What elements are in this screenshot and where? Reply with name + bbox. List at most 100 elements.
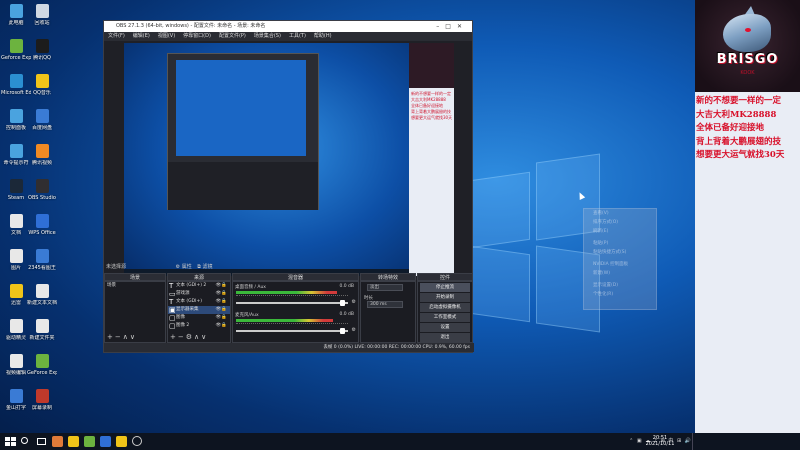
clock-date: 2021/10/11 [645,441,675,447]
logo-brand-text: BRISGO [716,52,779,67]
app-icon [35,144,49,158]
obs-window[interactable]: OBS 27.1.3 (64-bit, windows) - 配置文件: 未命名… [103,20,474,353]
audio-level-bar [236,291,338,294]
transition-select[interactable]: 淡出 [367,284,403,291]
obs-titlebar[interactable]: OBS 27.1.3 (64-bit, windows) - 配置文件: 未命名… [104,21,472,32]
volume-slider[interactable] [236,330,348,332]
visibility-lock-icon[interactable]: 👁🔒 [216,322,227,330]
desktop-icon[interactable]: 新建文件夹 [27,319,57,351]
volume-knob[interactable] [339,328,345,334]
desktop-icon-label: QQ音乐 [33,90,51,96]
desktop-icon[interactable]: QQ音乐 [27,74,57,106]
context-menu-item[interactable]: 新建(W) [584,269,656,278]
app-icon [35,39,49,53]
desktop-icon-label: 腾讯视频 [31,160,52,166]
context-menu-item[interactable]: 个性化(R) [584,290,656,299]
menu-item[interactable]: 场景集合(S) [254,33,281,39]
taskbar-app2-icon[interactable] [68,436,79,447]
audio-db: 0.0 dB [339,312,354,317]
context-menu-item[interactable]: 显示设置(D) [584,281,656,290]
windows-logo-wallpaper [470,150,600,333]
overlay-line: 想要更大运气就找30天 [696,150,785,160]
context-menu-item[interactable]: 粘贴(P) [584,239,656,248]
controls-dock: 停止推流 开始录制 启动虚拟摄像机 工作室模式 设置 退出 [417,281,473,343]
taskbar-obs-icon[interactable] [132,436,143,447]
desktop-icon[interactable]: 新建文本文档 [27,284,57,316]
app-icon [35,109,49,123]
desktop-icon[interactable]: GeForce Experience [27,354,57,386]
source-name: 文本 (GDI+) 2 [176,283,207,288]
mixer-gear-icon[interactable]: ⚙ [352,327,356,333]
source-type-icon: T [169,282,174,290]
control-button[interactable]: 退出 [420,333,470,342]
menu-item[interactable]: 帮助(H) [314,33,332,39]
app-icon [35,214,49,228]
menu-item[interactable]: 文件(F) [108,33,125,39]
properties-button[interactable]: ⚙ 属性 [176,264,192,270]
stream-logo: BRISGO KOOK [695,0,800,92]
sources-header: 来源 [167,273,231,281]
taskbar-search-icon[interactable] [20,436,31,447]
taskbar-app5-icon[interactable] [116,436,127,447]
source-item[interactable]: ▢ 图像 2 👁🔒 [168,322,230,330]
control-button[interactable]: 开始录制 [420,293,470,302]
desktop-icon[interactable]: 腾讯QQ [27,39,57,71]
volume-slider[interactable] [236,302,348,304]
context-menu-item[interactable]: 查看(V) [584,209,656,218]
control-button[interactable]: 设置 [420,323,470,332]
audio-ticks [236,295,348,299]
control-button[interactable]: 停止推流 [420,283,470,292]
duration-input[interactable]: 300 ms [367,301,403,308]
visibility-lock-icon[interactable]: 👁🔒 [216,282,227,290]
menu-item[interactable]: 视图(V) [158,33,175,39]
taskbar-app4-icon[interactable] [100,436,111,447]
transition-type-row[interactable]: 淡出 [361,282,415,293]
source-item[interactable]: T 文本 (GDI+) 👁🔒 [168,298,230,306]
sources-toolbar[interactable]: +−⚙∧∨ [170,333,208,341]
context-menu-item[interactable]: 粘贴快捷方式(S) [584,248,656,257]
logo-tagline: KOOK [740,70,755,76]
taskbar-app1-icon[interactable] [52,436,63,447]
menu-item[interactable]: 配置文件(P) [219,33,246,39]
source-item[interactable]: ▣ 显示器采集 👁🔒 [168,306,230,314]
menu-item[interactable]: 编辑(E) [133,33,150,39]
volume-knob[interactable] [339,300,345,306]
audio-db: 0.0 dB [339,284,354,289]
mixer-gear-icon[interactable]: ⚙ [352,299,356,305]
desktop-icon[interactable]: 百度网盘 [27,109,57,141]
app-icon [35,319,49,333]
menu-item[interactable]: 停靠窗口(D) [183,33,211,39]
audio-meter: 麦克风/Aux 0.0 dB ⚙ [233,310,358,338]
obs-title: OBS 27.1.3 (64-bit, windows) - 配置文件: 未命名… [116,23,266,29]
desktop-icon[interactable]: WPS Office [27,214,57,246]
source-type-icon: ▭ [169,290,176,298]
source-item[interactable]: ▭ 游戏源 👁🔒 [168,290,230,298]
source-item[interactable]: T 文本 (GDI+) 2 👁🔒 [168,282,230,290]
visibility-lock-icon[interactable]: 👁🔒 [216,314,227,322]
taskbar-taskview-icon[interactable] [36,436,47,447]
visibility-lock-icon[interactable]: 👁🔒 [216,298,227,306]
context-menu-item[interactable]: NVIDIA 控制面板 [584,260,656,269]
taskbar-clock[interactable]: 20:51 2021/10/11 [643,435,677,447]
scenes-toolbar[interactable]: +−∧∨ [107,333,137,341]
visibility-lock-icon[interactable]: 👁🔒 [216,290,227,298]
control-button[interactable]: 工作室模式 [420,313,470,322]
desktop-icon[interactable]: 屏幕录制 [27,389,57,421]
taskbar-start-icon[interactable] [4,436,16,447]
filters-button[interactable]: ⧉ 滤镜 [197,264,212,270]
control-button[interactable]: 启动虚拟摄像机 [420,303,470,312]
context-menu-item[interactable]: 排序方式(O) [584,218,656,227]
visibility-lock-icon[interactable]: 👁🔒 [216,306,227,314]
show-desktop-button[interactable] [692,433,695,450]
source-item[interactable]: ▢ 图像 👁🔒 [168,314,230,322]
context-menu-item[interactable]: 刷新(E) [584,227,656,236]
desktop-icon[interactable]: OBS Studio [27,179,57,211]
desktop-icon[interactable]: 回收站 [27,4,57,36]
scene-item[interactable]: 场景 [105,282,165,290]
desktop-icon[interactable]: 腾讯视频 [27,144,57,176]
obs-preview[interactable]: 新的不想要一样的一定 大吉大利MK28888 全体已备好迎接地 背上背着大鹏展翅… [124,43,454,276]
menu-item[interactable]: 工具(T) [289,33,306,39]
window-controls[interactable]: –□✕ [436,21,468,32]
taskbar-app3-icon[interactable] [84,436,95,447]
desktop-icon[interactable]: 2345看图王 [27,249,57,281]
